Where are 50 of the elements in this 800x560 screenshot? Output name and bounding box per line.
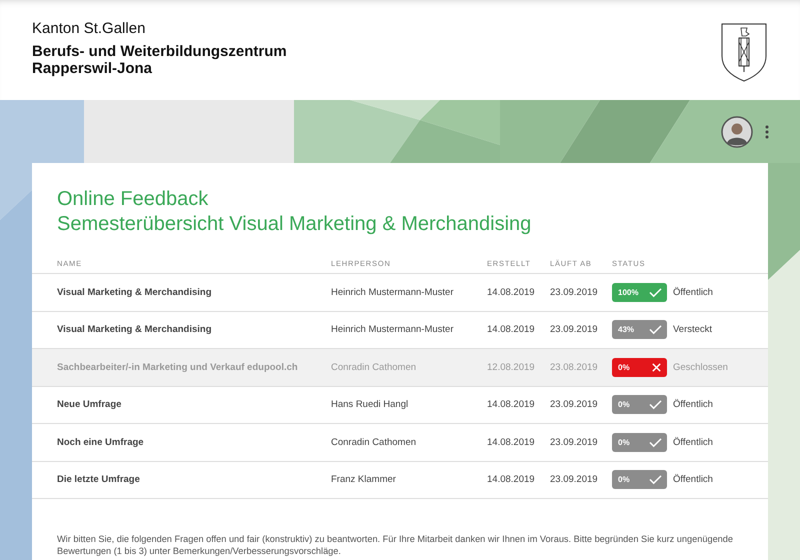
teacher-name: Conradin Cathomen [331,362,418,373]
avatar-icon[interactable] [721,116,753,148]
teacher-name: Conradin Cathomen [331,436,418,448]
expiry-date: 23.09.2019 [550,436,599,448]
created-date: 12.08.2019 [487,362,536,373]
created-date: 14.08.2019 [487,324,536,336]
survey-name: Visual Marketing & Merchandising [56,324,213,336]
created-date: 14.08.2019 [487,399,536,410]
survey-name: Noch eine Umfrage [56,436,145,448]
expiry-date: 23.08.2019 [550,362,599,373]
teacher-name: Franz Klammer [331,474,397,486]
institution-name: Berufs- und Weiterbildungszentrum [32,43,287,60]
created-date: 14.08.2019 [487,286,536,298]
expiry-date: 23.09.2019 [550,474,599,486]
more-menu-icon[interactable] [765,124,769,138]
status-badge: 0% [612,432,667,452]
expiry-date: 23.09.2019 [550,324,599,336]
expiry-date: 23.09.2019 [550,399,599,410]
instruction-text: Wir bitten Sie, die folgenden Fragen offen und fair (konstruktiv) zu beantworten. Für Ihre Mitarbeit danken wir Ihnen im Voraus. Bitte begründen Sie kurz ungenügende Bewertungen (1 bis 3) unter Bemerkungen/Verbesserungsvorschläge. [57,533,734,557]
visibility-label: Öffentlich [673,474,713,486]
status-badge: 0% [612,470,667,490]
page-subtitle: Semesterübersicht Visual Marketing & Merchandising [56,212,532,237]
survey-name: Sachbearbeiter/-in Marketing und Verkauf edupool.ch [56,362,299,373]
crest-icon [720,22,768,82]
status-badge: 0% [612,358,667,377]
visibility-label: Versteckt [673,324,712,336]
visibility-label: Geschlossen [673,362,728,373]
survey-row[interactable]: Neue Umfrage Hans Ruedi Hangl 14.08.2019 23.09.2019 0% Öffentlich [32,386,768,424]
survey-name: Neue Umfrage [56,399,122,410]
survey-row[interactable]: Sachbearbeiter/-in Marketing und Verkauf edupool.ch Conradin Cathomen 12.08.2019 23.08.2019 0% Geschlossen [32,349,768,386]
created-date: 14.08.2019 [487,436,536,448]
visibility-label: Öffentlich [673,436,713,448]
survey-name: Visual Marketing & Merchandising [56,286,213,298]
survey-name: Die letzte Umfrage [56,474,141,486]
survey-row[interactable]: Visual Marketing & Merchandising Heinrich Mustermann-Muster 14.08.2019 23.09.2019 100% Öffentlich [32,274,768,312]
status-badge: 43% [612,320,667,340]
survey-row[interactable]: Noch eine Umfrage Conradin Cathomen 14.08.2019 23.09.2019 0% Öffentlich [32,424,768,462]
visibility-label: Öffentlich [673,286,713,298]
survey-row[interactable]: Die letzte Umfrage Franz Klammer 14.08.2019 23.09.2019 0% Öffentlich [32,462,768,499]
teacher-name: Heinrich Mustermann-Muster [331,324,454,336]
canton-name: Kanton St.Gallen [32,20,146,37]
status-badge: 0% [612,395,667,414]
teacher-name: Hans Ruedi Hangl [331,399,410,410]
institution-name: Rapperswil-Jona [32,60,154,77]
status-badge: 100% [612,282,667,302]
created-date: 14.08.2019 [487,474,536,486]
teacher-name: Heinrich Mustermann-Muster [331,286,454,298]
page-title: Online Feedback [56,187,210,212]
expiry-date: 23.09.2019 [550,286,599,298]
visibility-label: Öffentlich [673,399,713,410]
